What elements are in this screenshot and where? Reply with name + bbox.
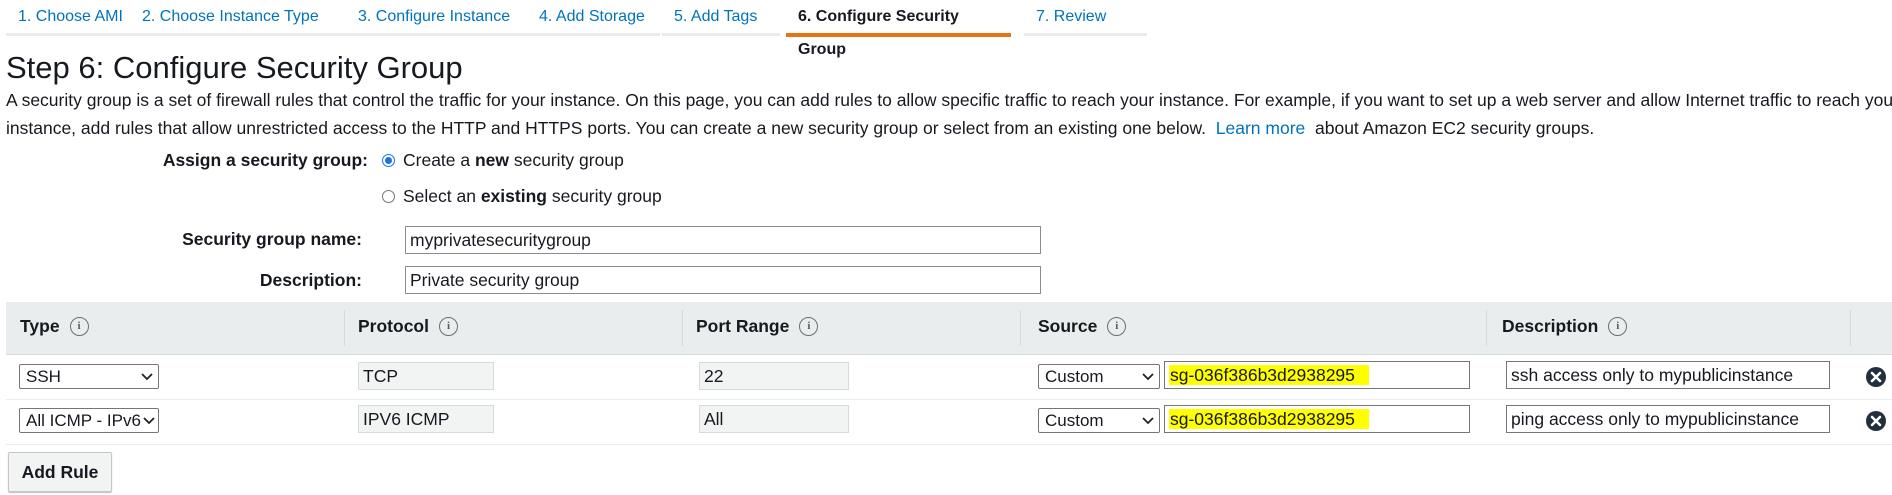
add-rule-button[interactable]: Add Rule xyxy=(8,452,112,492)
type-select-value: SSH xyxy=(26,367,61,386)
learn-more-link[interactable]: Learn more xyxy=(1216,118,1306,138)
source-value-text: sg-036f386b3d2938295 xyxy=(1169,365,1369,385)
security-group-name-input[interactable]: myprivatesecuritygroup xyxy=(405,226,1041,254)
chevron-down-icon xyxy=(141,365,153,381)
info-icon[interactable]: i xyxy=(438,317,458,336)
option-select-existing[interactable]: Select an existing security group xyxy=(382,186,662,207)
type-select[interactable]: SSH xyxy=(19,364,159,389)
type-select-value: All ICMP - IPv6 xyxy=(26,411,141,430)
page-title: Step 6: Configure Security Group xyxy=(6,50,463,85)
option-existing-bold: existing xyxy=(480,186,547,206)
tab-configure-instance[interactable]: 3. Configure Instance xyxy=(346,0,531,36)
info-icon[interactable]: i xyxy=(1608,317,1628,336)
port-range-field: 22 xyxy=(699,362,849,390)
option-new-pre: Create a xyxy=(403,150,475,170)
header-description-label: Description xyxy=(1502,316,1599,336)
intro-line-1: A security group is a set of firewall ru… xyxy=(6,90,1892,110)
tab-review[interactable]: 7. Review xyxy=(1024,0,1147,36)
option-create-new[interactable]: Create a new security group xyxy=(382,150,624,171)
info-icon[interactable]: i xyxy=(799,317,819,336)
header-source: Source i xyxy=(1038,316,1127,337)
header-protocol: Protocol i xyxy=(358,316,458,337)
description-label: Description: xyxy=(259,270,362,290)
column-divider xyxy=(344,310,345,346)
option-new-bold: new xyxy=(474,150,510,170)
tab-add-storage[interactable]: 4. Add Storage xyxy=(527,0,660,36)
source-value-input[interactable]: sg-036f386b3d2938295 xyxy=(1164,361,1470,389)
source-type-value: Custom xyxy=(1045,411,1104,430)
tab-add-tags[interactable]: 5. Add Tags xyxy=(662,0,780,36)
protocol-field: IPV6 ICMP xyxy=(358,405,494,433)
info-icon[interactable]: i xyxy=(69,317,89,336)
info-icon[interactable]: i xyxy=(1107,317,1127,336)
close-circle-icon[interactable] xyxy=(1866,411,1886,431)
close-circle-icon[interactable] xyxy=(1866,367,1886,387)
option-new-post: security group xyxy=(509,150,624,170)
source-value-text: sg-036f386b3d2938295 xyxy=(1169,409,1369,429)
rules-table-header: Type i Protocol i Port Range i Source i Desc… xyxy=(6,302,1892,355)
tab-choose-instance-type[interactable]: 2. Choose Instance Type xyxy=(130,0,350,36)
option-existing-pre: Select an xyxy=(403,186,481,206)
page-intro: A security group is a set of firewall ru… xyxy=(6,86,1892,142)
column-divider xyxy=(1486,310,1487,346)
table-row: SSH TCP 22 Custom sg-036f386b3d2938295 s… xyxy=(6,355,1892,400)
column-divider xyxy=(1020,310,1021,346)
option-create-new-label: Create a new security group xyxy=(403,150,624,171)
header-type-label: Type xyxy=(20,316,60,336)
tab-choose-ami[interactable]: 1. Choose AMI xyxy=(6,0,134,36)
wizard-tabs: 1. Choose AMI 2. Choose Instance Type 3.… xyxy=(0,0,1892,58)
column-divider xyxy=(682,310,683,346)
option-existing-post: security group xyxy=(546,186,662,206)
header-protocol-label: Protocol xyxy=(358,316,429,336)
table-row: All ICMP - IPv6 IPV6 ICMP All Custom sg-… xyxy=(6,400,1892,445)
security-group-name-label: Security group name: xyxy=(182,229,362,249)
source-value-input[interactable]: sg-036f386b3d2938295 xyxy=(1164,405,1470,433)
chevron-down-icon xyxy=(1142,365,1154,381)
intro-text-suffix: about Amazon EC2 security groups. xyxy=(1315,118,1595,138)
protocol-field: TCP xyxy=(358,362,494,390)
header-port-range: Port Range i xyxy=(696,316,819,337)
header-type: Type i xyxy=(20,316,89,337)
header-port-range-label: Port Range xyxy=(696,316,790,336)
tab-configure-security-group[interactable]: 6. Configure Security Group xyxy=(786,0,1011,58)
rule-description-input[interactable]: ssh access only to mypublicinstance xyxy=(1506,361,1830,389)
description-input[interactable]: Private security group xyxy=(405,266,1041,294)
chevron-down-icon xyxy=(1142,409,1154,425)
radio-select-existing[interactable] xyxy=(382,190,395,203)
source-type-select[interactable]: Custom xyxy=(1038,408,1160,433)
intro-text: instance, add rules that allow unrestric… xyxy=(6,118,1207,138)
type-select[interactable]: All ICMP - IPv6 xyxy=(19,408,159,433)
assign-security-group-label: Assign a security group: xyxy=(162,150,368,170)
column-divider xyxy=(1850,310,1851,346)
header-description: Description i xyxy=(1502,316,1628,337)
source-type-value: Custom xyxy=(1045,367,1104,386)
header-source-label: Source xyxy=(1038,316,1098,336)
rule-description-input[interactable]: ping access only to mypublicinstance xyxy=(1506,405,1830,433)
source-type-select[interactable]: Custom xyxy=(1038,364,1160,389)
port-range-field: All xyxy=(699,405,849,433)
radio-create-new[interactable] xyxy=(382,154,395,167)
intro-line-2: instance, add rules that allow unrestric… xyxy=(6,114,1886,142)
option-select-existing-label: Select an existing security group xyxy=(403,186,662,207)
chevron-down-icon xyxy=(141,409,155,425)
